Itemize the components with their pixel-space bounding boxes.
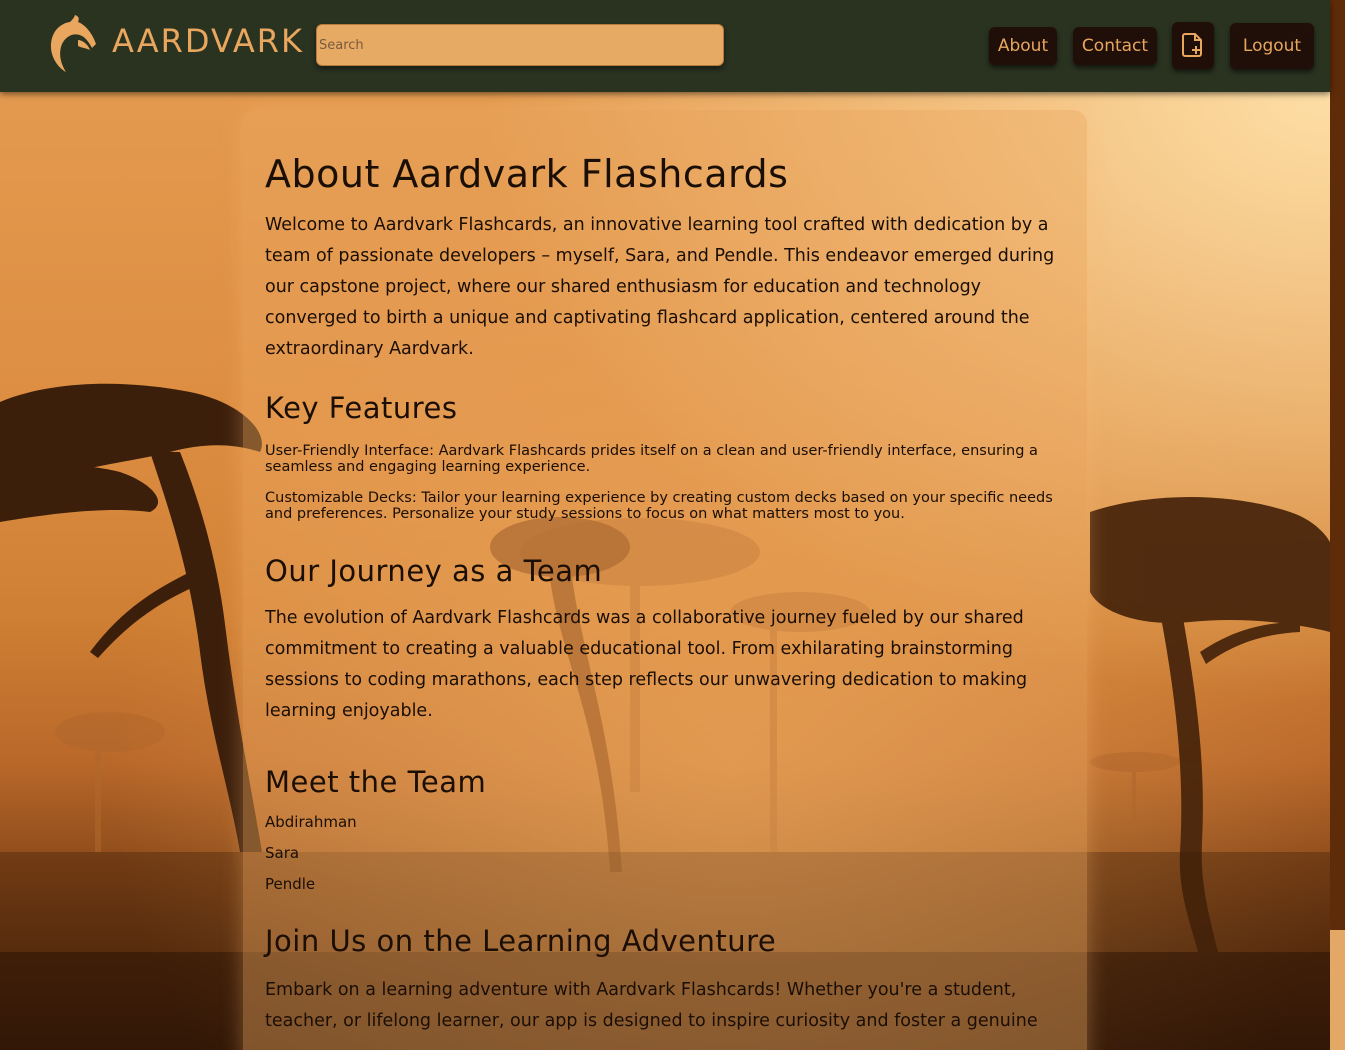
- key-features-heading: Key Features: [265, 391, 458, 425]
- intro-paragraph: Welcome to Aardvark Flashcards, an innov…: [265, 215, 1055, 359]
- new-deck-button[interactable]: [1172, 22, 1214, 69]
- team-list: Abdirahman Sara Pendle: [265, 807, 1065, 900]
- brand-name: AARDVARK: [112, 22, 304, 60]
- about-button[interactable]: About: [989, 27, 1057, 65]
- feature-item: Customizable Decks: Tailor your learning…: [265, 490, 1053, 522]
- scrollbar-thumb[interactable]: [1330, 930, 1345, 1050]
- team-member: Sara: [265, 844, 300, 862]
- aardvark-logo-icon[interactable]: [42, 14, 98, 74]
- team-member: Abdirahman: [265, 813, 357, 831]
- join-heading: Join Us on the Learning Adventure: [265, 924, 777, 958]
- journey-heading: Our Journey as a Team: [265, 554, 603, 588]
- file-plus-icon: [1182, 33, 1202, 57]
- navbar: AARDVARK About Contact Logout: [0, 0, 1330, 92]
- feature-item: User-Friendly Interface: Aardvark Flashc…: [265, 443, 1038, 475]
- contact-button[interactable]: Contact: [1073, 27, 1157, 65]
- search-input[interactable]: [316, 24, 724, 66]
- team-heading: Meet the Team: [265, 765, 487, 799]
- about-card: About Aardvark Flashcards Welcome to Aar…: [243, 110, 1087, 1050]
- join-paragraph: Embark on a learning adventure with Aard…: [265, 980, 1038, 1031]
- scrollbar-track[interactable]: [1330, 0, 1345, 930]
- page-title: About Aardvark Flashcards: [265, 152, 789, 196]
- team-member: Pendle: [265, 875, 316, 893]
- journey-paragraph: The evolution of Aardvark Flashcards was…: [265, 608, 1028, 721]
- logout-button[interactable]: Logout: [1230, 23, 1314, 69]
